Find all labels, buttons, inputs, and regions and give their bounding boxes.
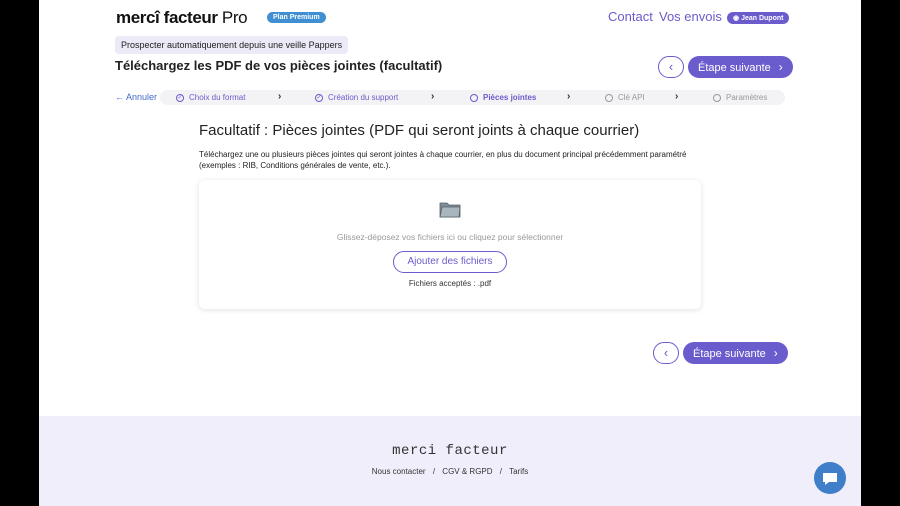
- cancel-link[interactable]: ← Annuler: [115, 92, 157, 102]
- previous-step-button-top[interactable]: ‹: [658, 56, 684, 78]
- footer-separator: /: [432, 467, 436, 476]
- app-logo[interactable]: mercî facteur Pro: [116, 8, 248, 28]
- page-title: Téléchargez les PDF de vos pièces jointe…: [115, 58, 443, 73]
- stepper: ✓ Choix du format › ✓ Création du suppor…: [160, 90, 785, 105]
- previous-step-button-bottom[interactable]: ‹: [653, 342, 679, 364]
- chat-icon: [823, 473, 837, 485]
- chat-button[interactable]: [814, 462, 846, 494]
- user-icon: ◉: [733, 15, 740, 22]
- chevron-right-icon: ›: [278, 91, 282, 102]
- user-name: Jean Dupont: [741, 15, 784, 22]
- page: mercî facteur Pro Plan Premium Contact V…: [39, 0, 861, 506]
- chevron-right-icon: ›: [675, 91, 679, 102]
- step-creation-du-support[interactable]: ✓ Création du support: [315, 93, 398, 102]
- file-dropzone[interactable]: Glissez-déposez vos fichiers ici ou cliq…: [199, 180, 701, 309]
- nav-envois-link[interactable]: Vos envois: [659, 9, 722, 24]
- footer-link-cgv[interactable]: CGV & RGPD: [442, 467, 492, 476]
- step-label: Paramètres: [726, 93, 768, 102]
- circle-icon: [713, 93, 721, 102]
- footer-logo: merci facteur: [392, 443, 508, 459]
- chevron-right-icon: ›: [567, 91, 571, 102]
- logo-pro: Pro: [221, 8, 248, 27]
- step-choix-du-format[interactable]: ✓ Choix du format: [176, 93, 245, 102]
- context-chip: Prospecter automatiquement depuis une ve…: [115, 36, 349, 54]
- nav-contact-link[interactable]: Contact: [608, 9, 653, 24]
- footer-link-contact[interactable]: Nous contacter: [372, 467, 426, 476]
- step-label: Création du support: [328, 93, 399, 102]
- circle-icon: [470, 93, 478, 102]
- section-title: Facultatif : Pièces jointes (PDF qui ser…: [199, 122, 640, 139]
- plan-badge: Plan Premium: [267, 12, 326, 23]
- check-circle-icon: ✓: [176, 93, 184, 102]
- check-circle-icon: ✓: [315, 93, 323, 102]
- chevron-left-icon: ‹: [663, 345, 669, 360]
- footer-link-tarifs[interactable]: Tarifs: [509, 467, 528, 476]
- next-step-button-top[interactable]: Étape suivante ›: [688, 56, 793, 78]
- dropzone-hint: Glissez-déposez vos fichiers ici ou cliq…: [336, 232, 564, 242]
- arrow-left-icon: ←: [115, 92, 124, 102]
- circle-icon: [605, 93, 613, 102]
- next-step-button-bottom[interactable]: Étape suivante ›: [683, 342, 788, 364]
- footer-links: Nous contacter / CGV & RGPD / Tarifs: [39, 467, 861, 476]
- chevron-left-icon: ‹: [668, 59, 674, 74]
- chevron-right-icon: ›: [778, 60, 783, 74]
- cancel-label: Annuler: [126, 92, 158, 102]
- folder-icon: [439, 202, 461, 218]
- footer-separator: /: [499, 467, 502, 476]
- next-step-label: Étape suivante: [698, 62, 771, 74]
- accepted-formats: Fichiers acceptés : .pdf: [408, 279, 492, 288]
- step-pieces-jointes[interactable]: Pièces jointes: [470, 93, 536, 102]
- logo-main: mercî facteur: [116, 8, 218, 27]
- add-files-button[interactable]: Ajouter des fichiers: [393, 251, 507, 273]
- footer: merci facteur Nous contacter / CGV & RGP…: [39, 416, 861, 506]
- step-parametres[interactable]: Paramètres: [713, 93, 767, 102]
- step-cle-api[interactable]: Clé API: [605, 93, 645, 102]
- step-label: Pièces jointes: [483, 93, 537, 102]
- step-label: Choix du format: [189, 93, 246, 102]
- step-label: Clé API: [618, 93, 645, 102]
- section-description: Téléchargez une ou plusieurs pièces join…: [199, 150, 687, 170]
- user-badge[interactable]: ◉ Jean Dupont: [727, 12, 790, 24]
- next-step-label: Étape suivante: [693, 348, 766, 360]
- chevron-right-icon: ›: [773, 346, 778, 360]
- chevron-right-icon: ›: [431, 91, 435, 102]
